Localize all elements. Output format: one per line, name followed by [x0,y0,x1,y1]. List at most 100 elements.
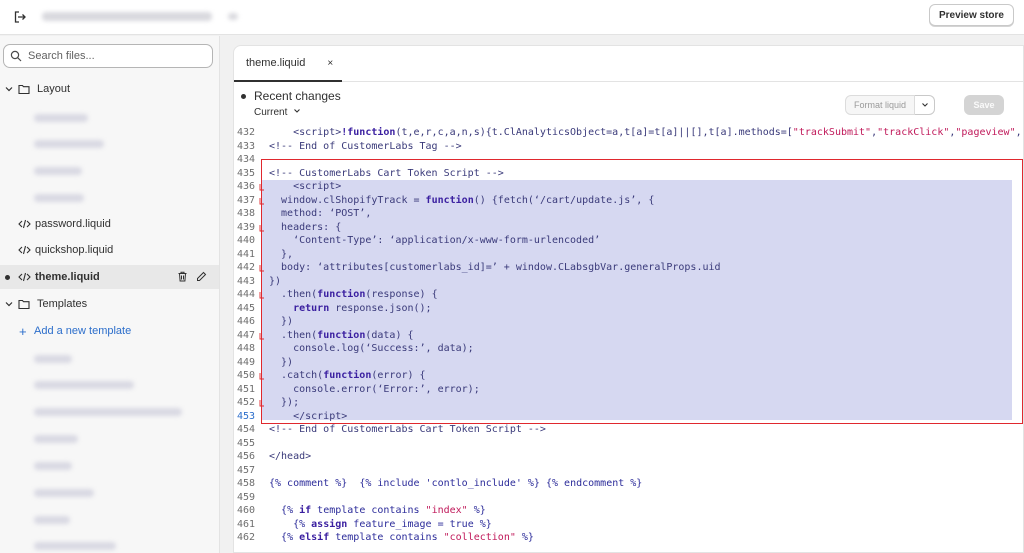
folder-label: Layout [37,83,71,95]
code-editor-panel: theme.liquid × Recent changes Current Fo… [233,45,1024,553]
add-template-link[interactable]: + Add a new template [0,319,219,343]
search-input[interactable] [28,50,208,62]
line-number: 440 [236,235,255,246]
code-text: headers: { [269,221,342,233]
code-line[interactable]: 455 [234,437,1023,451]
folder-layout[interactable]: Layout [0,77,219,101]
change-marker-icon [259,331,265,339]
code-line[interactable]: 441 }, [234,248,1023,262]
version-select[interactable]: Current [254,107,301,118]
code-line[interactable]: 437 window.clShopifyTrack = function() {… [234,194,1023,208]
save-button[interactable]: Save [964,95,1004,115]
code-text: return response.json(); [293,302,432,314]
code-text: <!-- End of CustomerLabs Cart Token Scri… [269,424,546,435]
line-number: 435 [236,167,255,179]
code-line[interactable]: 433 <!-- End of CustomerLabs Tag --> [234,140,1023,154]
close-icon[interactable]: × [327,58,333,69]
line-number: 442 [236,262,255,273]
code-line[interactable]: 462 {% elsif template contains "collecti… [234,531,1023,545]
line-number: 453 [236,410,255,422]
code-text: }, [269,248,294,260]
code-line[interactable]: 457 [234,464,1023,478]
code-line[interactable]: 450 .catch(function(error) { [234,369,1023,383]
code-line[interactable]: 461 {% assign feature_image = true %} [234,518,1023,532]
line-number: 444 [236,289,255,300]
line-number: 462 [236,532,255,543]
code-text: </head> [269,451,312,462]
code-line[interactable]: 453 </script> [234,410,1023,424]
redacted-file[interactable] [34,489,94,497]
line-number: 443 [236,275,255,287]
redacted-file[interactable] [34,516,70,524]
code-line[interactable]: 442 body: ‘attributes[customerlabs_id]=’… [234,261,1023,275]
redacted-file[interactable] [34,355,72,363]
redacted-file[interactable] [34,140,104,148]
add-template-label: Add a new template [34,325,132,337]
code-line[interactable]: 449 }) [234,356,1023,370]
code-text: }) [269,316,294,327]
line-number: 438 [236,208,255,219]
change-marker-icon [259,371,265,380]
folder-templates[interactable]: Templates [0,292,219,316]
file-theme-liquid[interactable]: theme.liquid [0,265,219,289]
format-liquid-button[interactable]: Format liquid [845,95,916,115]
code-line[interactable]: 452 }); [234,396,1023,410]
exit-icon[interactable] [9,6,31,28]
code-line[interactable]: 434 [234,153,1023,167]
folder-icon [18,298,30,310]
search-box[interactable] [3,44,213,68]
change-marker-icon [259,182,265,191]
code-line[interactable]: 454 <!-- End of CustomerLabs Cart Token S… [234,423,1023,437]
file-quickshop-liquid[interactable]: quickshop.liquid [0,238,219,262]
code-text: body: ‘attributes[customerlabs_id]=’ + w… [269,262,721,273]
theme-menu-redacted[interactable] [228,13,238,20]
trash-icon[interactable] [177,271,188,282]
file-password-liquid[interactable]: password.liquid [0,212,219,236]
preview-store-button[interactable]: Preview store [928,4,1014,26]
line-number: 439 [236,221,255,233]
code-text: {% elsif template contains "collection" … [281,532,534,543]
top-bar: Preview store [0,0,1024,35]
code-line[interactable]: 451 console.error(‘Error:’, error); [234,383,1023,397]
code-text: <!-- CustomerLabs Cart Token Script --> [269,167,504,179]
redacted-file[interactable] [34,114,88,122]
code-line[interactable]: 439 headers: { [234,221,1023,235]
code-line[interactable]: 440 ‘Content-Type’: ‘application/x-www-f… [234,234,1023,248]
code-line[interactable]: 435 <!-- CustomerLabs Cart Token Script -… [234,167,1023,181]
code-line[interactable]: 438 method: ‘POST’, [234,207,1023,221]
pencil-icon[interactable] [196,271,207,282]
code-text: {% assign feature_image = true %} [293,518,492,530]
line-number: 451 [236,383,255,395]
code-line[interactable]: 456 </head> [234,450,1023,464]
redacted-file[interactable] [34,167,82,175]
redacted-file[interactable] [34,435,78,443]
format-dropdown[interactable] [915,95,936,115]
code-line[interactable]: 446 }) [234,315,1023,329]
line-number: 445 [236,302,255,314]
line-number: 452 [236,397,255,408]
code-file-icon [18,244,31,256]
line-number: 446 [236,316,255,327]
code-line[interactable]: 448 console.log(‘Success:’, data); [234,342,1023,356]
line-number: 448 [236,343,255,354]
tab-theme-liquid[interactable]: theme.liquid × [234,46,342,82]
code-line[interactable]: 447 .then(function(data) { [234,329,1023,343]
tab-label: theme.liquid [246,57,306,69]
redacted-file[interactable] [34,194,84,202]
code-line[interactable]: 459 [234,491,1023,505]
code-line[interactable]: 443}) [234,275,1023,289]
code-line[interactable]: 432 <script>!function(t,e,r,c,a,n,s){t.C… [234,126,1023,140]
code-line[interactable]: 458 {% comment %} {% include 'contlo_incl… [234,477,1023,491]
code-area[interactable]: 432 <script>!function(t,e,r,c,a,n,s){t.C… [234,124,1023,552]
line-number: 437 [236,194,255,206]
redacted-file[interactable] [34,381,134,389]
code-line[interactable]: 445 return response.json(); [234,302,1023,316]
file-label: theme.liquid [35,271,100,283]
redacted-file[interactable] [34,542,116,550]
code-line[interactable]: 436 <script> [234,180,1023,194]
line-number: 454 [236,424,255,435]
redacted-file[interactable] [34,462,72,470]
code-line[interactable]: 444 .then(function(response) { [234,288,1023,302]
redacted-file[interactable] [34,408,182,416]
code-line[interactable]: 460 {% if template contains "index" %} [234,504,1023,518]
